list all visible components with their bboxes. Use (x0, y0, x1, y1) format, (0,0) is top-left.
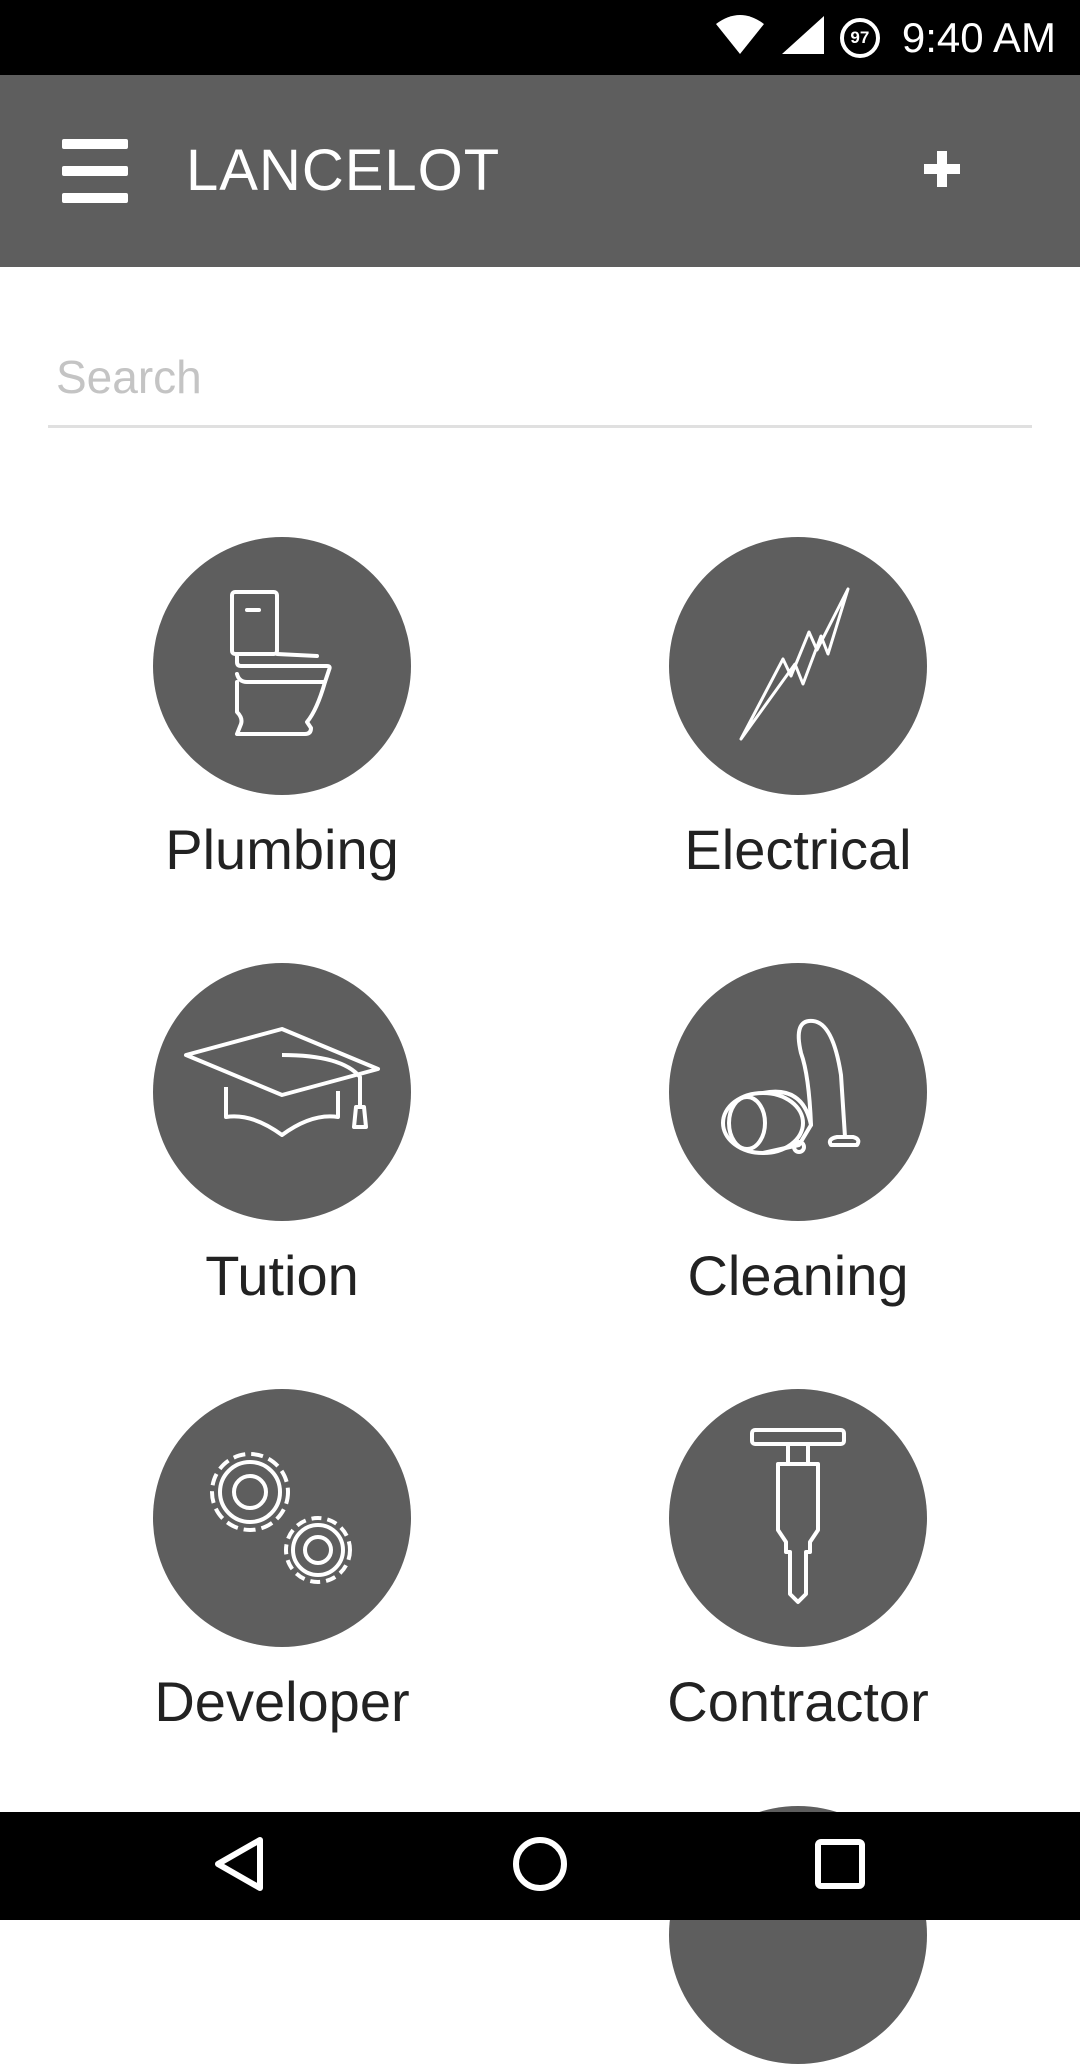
battery-icon: 97 (839, 17, 880, 58)
home-icon (510, 1834, 570, 1899)
category-circle (153, 537, 411, 795)
category-circle (669, 963, 927, 1221)
category-label: Cleaning (687, 1244, 909, 1307)
recents-icon (810, 1834, 870, 1899)
hamburger-menu-icon (58, 139, 132, 203)
toilet-icon (207, 584, 357, 749)
category-circle (669, 537, 927, 795)
search-input[interactable] (54, 340, 1018, 414)
gears-icon (192, 1436, 372, 1601)
search-field (48, 330, 1032, 428)
category-label: Tution (205, 1244, 359, 1307)
category-tile-tution[interactable]: Tution (102, 963, 462, 1323)
lightning-bolt-icon (733, 584, 863, 749)
jackhammer-icon (748, 1426, 848, 1611)
back-button[interactable] (200, 1826, 280, 1906)
home-button[interactable] (500, 1826, 580, 1906)
navigation-bar (0, 1812, 1080, 1920)
vacuum-cleaner-icon (713, 1015, 883, 1170)
wifi-icon (714, 14, 766, 61)
category-circle (669, 1389, 927, 1647)
app-bar: LANCELOT (0, 75, 1080, 267)
status-bar: 97 9:40 AM (0, 0, 1080, 75)
category-label: Electrical (684, 818, 912, 881)
add-button[interactable] (918, 139, 966, 203)
recents-button[interactable] (800, 1826, 880, 1906)
status-time: 9:40 AM (901, 13, 1056, 61)
category-circle (153, 1389, 411, 1647)
category-circle (153, 963, 411, 1221)
back-icon (210, 1834, 270, 1899)
category-label: Plumbing (165, 818, 399, 881)
battery-level: 97 (850, 27, 870, 47)
category-tile-developer[interactable]: Developer (102, 1389, 462, 1749)
category-tile-electrical[interactable]: Electrical (618, 537, 978, 897)
category-tile-cleaning[interactable]: Cleaning (618, 963, 978, 1323)
app-title: LANCELOT (186, 138, 501, 203)
status-icons: 97 9:40 AM (714, 0, 1056, 75)
cellular-signal-icon (780, 14, 826, 61)
menu-button[interactable] (58, 139, 132, 203)
plus-icon (922, 149, 962, 194)
category-tile-plumbing[interactable]: Plumbing (102, 537, 462, 897)
graduation-cap-icon (182, 1025, 382, 1160)
category-tile-contractor[interactable]: Contractor (618, 1389, 978, 1749)
category-label: Contractor (667, 1670, 929, 1733)
category-label: Developer (154, 1670, 410, 1733)
